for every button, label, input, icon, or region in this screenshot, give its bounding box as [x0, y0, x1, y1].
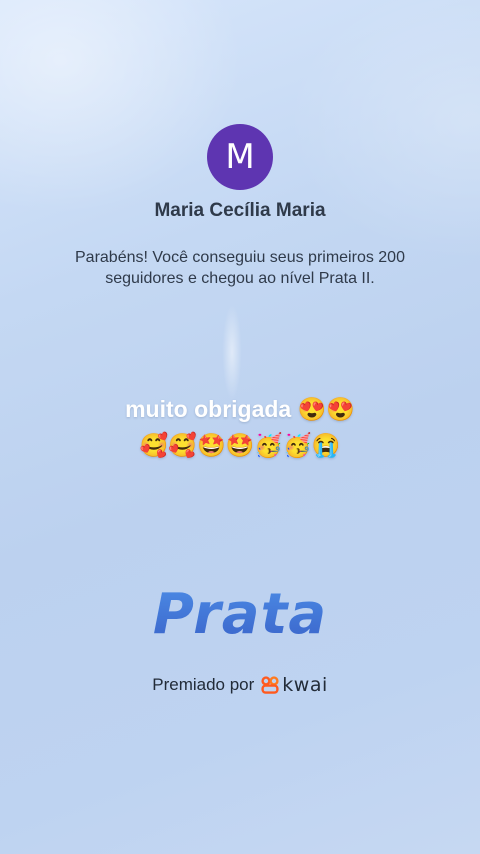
kwai-logo: kwai: [261, 674, 327, 696]
kwai-icon: [261, 676, 279, 694]
video-caption: muito obrigada 😍😍 🥰🥰🤩🤩🥳🥳😭: [125, 396, 355, 458]
kwai-brand-name: kwai: [282, 674, 328, 696]
awarded-by-label: Premiado por: [152, 675, 255, 694]
profile-name: Maria Cecília Maria: [154, 200, 326, 221]
achievement-message: Parabéns! Você conseguiu seus primeiros …: [75, 249, 405, 287]
avatar[interactable]: M: [207, 124, 273, 190]
awarded-by-row: Premiado por kwai: [0, 674, 480, 696]
avatar-initial: M: [225, 137, 255, 177]
level-title: Prata: [0, 582, 480, 647]
